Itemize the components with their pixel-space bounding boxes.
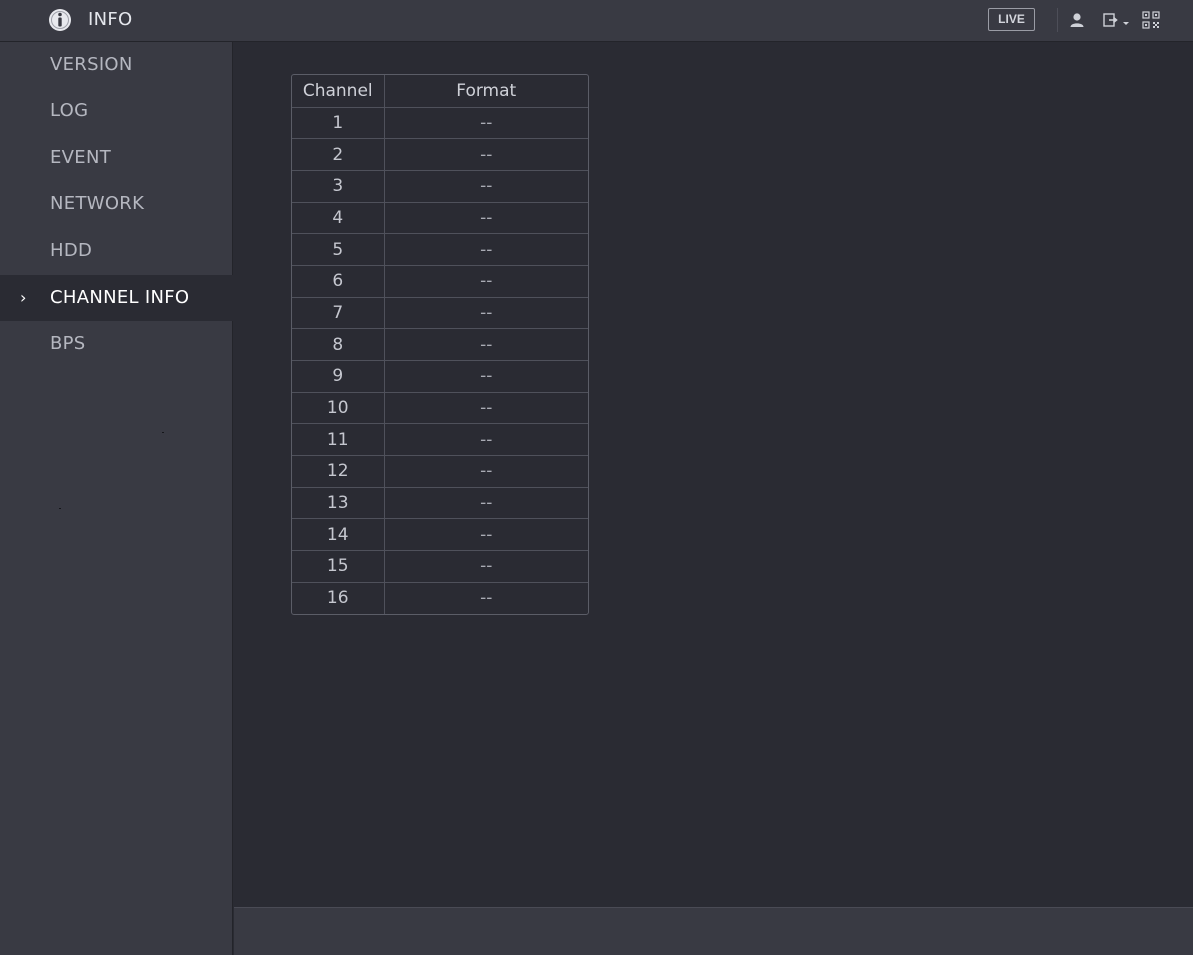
channel-cell: 12: [292, 455, 385, 488]
table-row: 1 --: [292, 107, 588, 140]
channel-info-table: Channel Format 1 -- 2 -- 3 -- 4 -- 5 -- 6 -- 7 -- 8 -- 9…: [291, 74, 589, 615]
column-header-format: Format: [384, 75, 588, 108]
format-cell: --: [384, 328, 588, 361]
sidebar-item-channel-info[interactable]: › CHANNEL INFO: [0, 275, 233, 321]
channel-cell: 8: [292, 328, 385, 361]
toolbar-divider: [1057, 8, 1058, 32]
sidebar-item-label: CHANNEL INFO: [50, 287, 190, 308]
sidebar-item-label: NETWORK: [50, 193, 145, 214]
sidebar-item-hdd[interactable]: HDD: [0, 228, 233, 274]
format-cell: --: [384, 170, 588, 203]
table-row: 12 --: [292, 455, 588, 488]
sidebar-item-label: VERSION: [50, 54, 133, 75]
chevron-right-icon: ›: [20, 288, 27, 307]
table-row: 15 --: [292, 550, 588, 583]
page-title: INFO: [88, 9, 133, 30]
speck: [59, 508, 61, 509]
table-row: 14 --: [292, 518, 588, 552]
table-row: 7 --: [292, 297, 588, 330]
format-cell: --: [384, 265, 588, 298]
info-icon: [49, 9, 71, 31]
column-header-channel: Channel: [292, 75, 385, 108]
logout-icon[interactable]: [1102, 11, 1132, 29]
format-cell: --: [384, 360, 588, 393]
format-cell: --: [384, 423, 588, 457]
format-cell: --: [384, 487, 588, 520]
live-button[interactable]: LIVE: [988, 8, 1035, 31]
channel-cell: 10: [292, 392, 385, 425]
table-row: 10 --: [292, 392, 588, 425]
channel-cell: 9: [292, 360, 385, 393]
sidebar-item-version[interactable]: VERSION: [0, 42, 233, 88]
channel-cell: 13: [292, 487, 385, 520]
table-row: 9 --: [292, 360, 588, 393]
table-header-row: Channel Format: [292, 75, 588, 108]
table-row: 2 --: [292, 138, 588, 171]
sidebar-item-event[interactable]: EVENT: [0, 135, 233, 181]
table-row: 6 --: [292, 265, 588, 298]
footer-bar: [234, 907, 1193, 955]
table-row: 8 --: [292, 328, 588, 361]
sidebar-item-label: BPS: [50, 333, 86, 354]
channel-cell: 4: [292, 202, 385, 235]
channel-cell: 15: [292, 550, 385, 583]
sidebar-item-label: LOG: [50, 100, 89, 121]
table-row: 13 --: [292, 487, 588, 520]
sidebar: VERSION LOG EVENT NETWORK HDD › CHANNEL …: [0, 42, 233, 955]
format-cell: --: [384, 233, 588, 266]
format-cell: --: [384, 550, 588, 583]
channel-cell: 7: [292, 297, 385, 330]
table-row: 11 --: [292, 423, 588, 457]
table-row: 16 --: [292, 582, 588, 614]
table-row: 4 --: [292, 202, 588, 235]
channel-cell: 2: [292, 138, 385, 171]
format-cell: --: [384, 518, 588, 552]
format-cell: --: [384, 455, 588, 488]
qr-code-icon[interactable]: [1142, 11, 1160, 29]
sidebar-item-bps[interactable]: BPS: [0, 321, 233, 367]
format-cell: --: [384, 138, 588, 171]
channel-cell: 11: [292, 423, 385, 457]
sidebar-item-network[interactable]: NETWORK: [0, 181, 233, 227]
channel-table: Channel Format 1 -- 2 -- 3 -- 4 -- 5 -- 6 -- 7 -- 8 -- 9…: [292, 75, 588, 614]
sidebar-item-label: HDD: [50, 240, 93, 261]
sidebar-item-label: EVENT: [50, 147, 112, 168]
speck: [162, 432, 164, 433]
format-cell: --: [384, 297, 588, 330]
format-cell: --: [384, 107, 588, 140]
channel-cell: 5: [292, 233, 385, 266]
sidebar-item-log[interactable]: LOG: [0, 88, 233, 134]
channel-cell: 16: [292, 582, 385, 614]
channel-cell: 14: [292, 518, 385, 552]
channel-cell: 6: [292, 265, 385, 298]
format-cell: --: [384, 392, 588, 425]
format-cell: --: [480, 588, 493, 609]
top-bar: INFO LIVE: [0, 0, 1193, 42]
table-row: 3 --: [292, 170, 588, 203]
channel-cell: 3: [292, 170, 385, 203]
format-cell: --: [384, 202, 588, 235]
channel-cell: 1: [292, 107, 385, 140]
user-icon[interactable]: [1068, 11, 1086, 29]
table-row: 5 --: [292, 233, 588, 266]
